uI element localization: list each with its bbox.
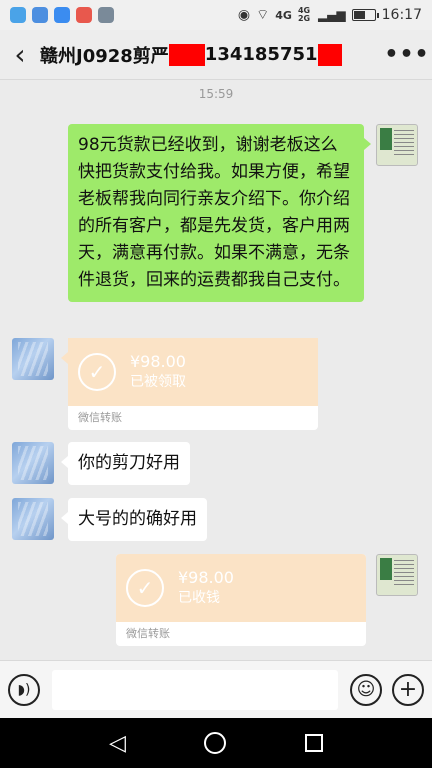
image-icon [98, 7, 114, 23]
plus-button[interactable]: + [392, 673, 424, 706]
chat-title-number: 134185751 [204, 44, 318, 65]
app-notification-icon [32, 7, 48, 23]
more-button[interactable]: ••• [382, 42, 432, 67]
check-circle-icon: ✓ [126, 569, 164, 607]
voice-button[interactable]: ◗) [8, 673, 40, 706]
transfer-status: 已被领取 [130, 374, 186, 390]
battery-level [353, 11, 366, 19]
system-nav-bar: ◁ [0, 718, 432, 768]
check-circle-icon: ✓ [78, 353, 116, 391]
ellipsis-icon: ••• [384, 42, 430, 67]
transfer-footer: 微信转账 [126, 627, 170, 640]
emoji-icon: ☺ [356, 679, 376, 700]
chevron-left-icon: ‹ [14, 38, 26, 71]
eye-icon: ◉ [237, 7, 251, 23]
plus-icon: + [398, 676, 418, 702]
transfer-status: 已收钱 [178, 590, 220, 606]
input-bar: ◗) ☺ + [0, 660, 432, 718]
signal-icon: ▂▄▆ [317, 8, 346, 22]
status-bar: ◉ ⌔ 4G 4G 2G ▂▄▆ 16:17 [0, 0, 432, 30]
network-indicator-secondary: 4G 2G [297, 6, 311, 23]
my-avatar[interactable] [376, 554, 418, 596]
redaction-block [168, 43, 205, 66]
transfer-footer: 微信转账 [78, 411, 122, 424]
nav-back-button[interactable]: ◁ [109, 731, 126, 756]
transfer-amount: ¥98.00 [178, 568, 234, 587]
my-avatar[interactable] [376, 124, 418, 166]
emoji-button[interactable]: ☺ [350, 673, 382, 706]
message-input[interactable] [52, 669, 338, 710]
message-bubble[interactable]: 你的剪刀好用 [61, 442, 190, 485]
shield-icon [54, 7, 70, 23]
nav-home-button[interactable] [204, 732, 227, 754]
wifi-icon: ⌔ [256, 7, 270, 23]
chat-title-prefix: 赣州J0928剪严 [40, 45, 169, 67]
chat-header: ‹ 赣州J0928剪严 134185751 ••• [0, 30, 432, 80]
transfer-card[interactable]: ✓ ¥98.00 已收钱 微信转账 [116, 554, 366, 646]
battery-icon [351, 9, 379, 21]
app-notification-icon [10, 7, 26, 23]
voice-icon: ◗) [17, 681, 31, 698]
message-timestamp: 15:59 [198, 87, 234, 101]
chat-title: 赣州J0928剪严 134185751 [40, 42, 342, 68]
transfer-amount: ¥98.00 [130, 352, 186, 371]
message-text: 你的剪刀好用 [78, 453, 180, 473]
redaction-block [317, 43, 342, 66]
message-text: 大号的的确好用 [78, 509, 197, 529]
contact-avatar[interactable] [12, 442, 54, 484]
notification-icons [10, 7, 114, 23]
transfer-card[interactable]: ✓ ¥98.00 已被领取 微信转账 [61, 338, 318, 430]
message-bubble[interactable]: 98元货款已经收到，谢谢老板这么快把货款支付给我。如果方便，希望老板帮我向同行亲… [68, 124, 371, 302]
contact-avatar[interactable] [12, 498, 54, 540]
network-indicator: 4G [275, 8, 292, 22]
clock: 16:17 [381, 7, 422, 23]
app-notification-icon [76, 7, 92, 23]
message-list[interactable]: 15:59 98元货款已经收到，谢谢老板这么快把货款支付给我。如果方便，希望老板… [0, 80, 432, 660]
message-text: 98元货款已经收到，谢谢老板这么快把货款支付给我。如果方便，希望老板帮我向同行亲… [78, 135, 350, 290]
nav-recents-button[interactable] [304, 734, 323, 752]
contact-avatar[interactable] [12, 338, 54, 380]
message-bubble[interactable]: 大号的的确好用 [61, 498, 207, 541]
back-button[interactable]: ‹ [0, 30, 40, 80]
